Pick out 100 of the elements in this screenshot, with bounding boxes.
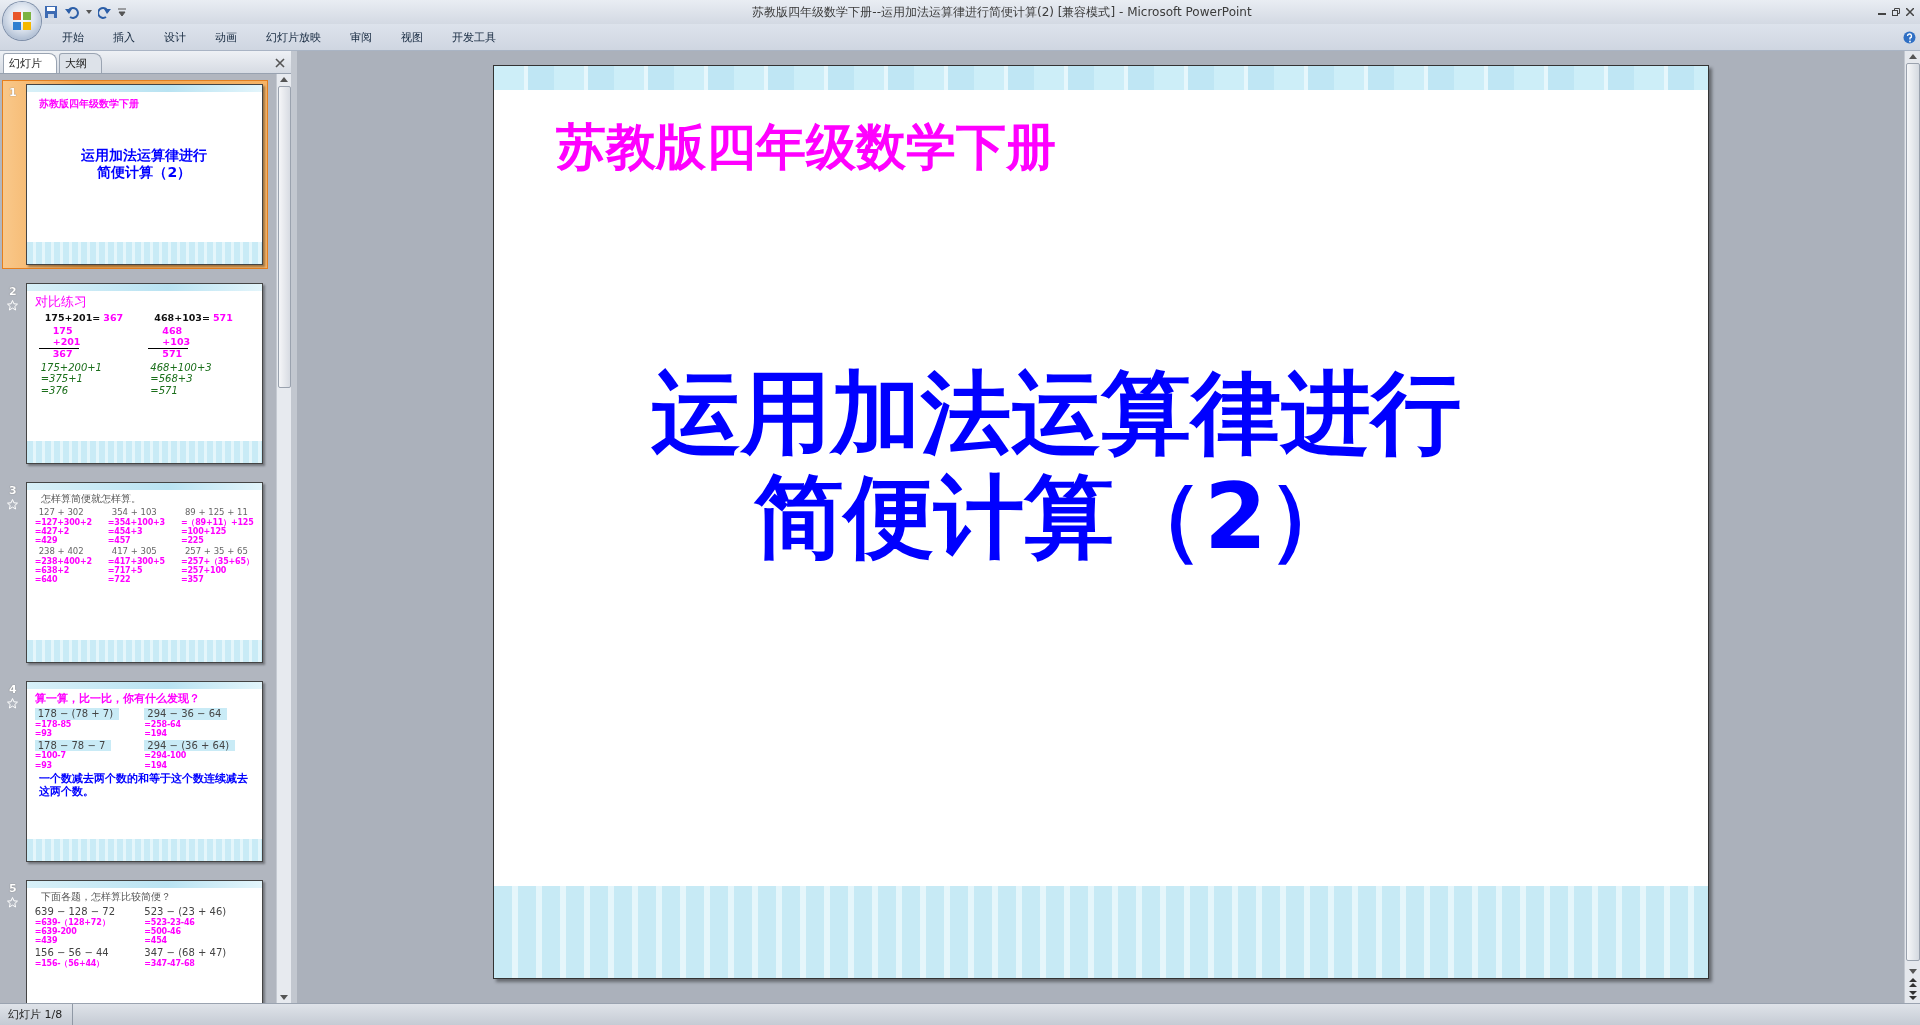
pane-tab[interactable]: 幻灯片 — [3, 53, 57, 73]
window-title: 苏教版四年级数学下册--运用加法运算律进行简便计算(2) [兼容模式] - Microsoft PowerPoint — [751, 3, 1253, 21]
calculation-step: =156-（56+44） — [34, 958, 145, 968]
calculation-step: =638+2 — [34, 566, 108, 576]
answer: 367 — [103, 313, 124, 324]
redo-icon[interactable] — [98, 5, 112, 19]
close-icon[interactable] — [275, 58, 285, 68]
ribbon-tab[interactable]: 动画 — [203, 25, 248, 49]
slide-subtitle: 苏教版四年级数学下册 — [555, 117, 1057, 178]
undo-icon[interactable] — [64, 5, 80, 19]
ribbon-tab[interactable]: 幻灯片放映 — [254, 25, 332, 49]
slide-subtitle: 苏教版四年级数学下册 — [37, 97, 140, 111]
calculation-step: =294-100 — [144, 751, 254, 761]
calculation-step: =347-47-68 — [144, 958, 254, 968]
expression: 523 − (23 + 46) — [144, 906, 228, 918]
slide-thumbnail[interactable]: 1 苏教版四年级数学下册 运用加法运算律进行 简便计算（2） — [2, 80, 268, 269]
slide-number: 1 — [9, 86, 17, 99]
calculation-step: =375+1 — [34, 373, 145, 385]
calculation-step: 175+200+1 — [34, 361, 145, 374]
calculation-step: =717+5 — [107, 566, 181, 576]
ribbon-tab[interactable]: 插入 — [101, 25, 146, 49]
vertical-sum-line: +103 — [161, 336, 192, 348]
close-icon[interactable] — [1906, 8, 1914, 16]
slide-title: 运用加法运算律进行 — [80, 147, 209, 164]
customize-toolbar-icon[interactable] — [118, 8, 126, 16]
scrollbar-thumb[interactable] — [277, 86, 291, 388]
expression: 127 + 302 — [37, 508, 85, 518]
vertical-sum-line: 367 — [51, 348, 74, 360]
calculation-step: =257+（35+65） — [180, 557, 254, 567]
scroll-down-arrow-icon[interactable] — [1908, 969, 1917, 974]
calculation-step: =640 — [34, 575, 108, 585]
next-slide-icon[interactable] — [1908, 991, 1917, 1000]
calculation-step: =93 — [34, 728, 145, 738]
calculation-step: =100-7 — [34, 751, 145, 761]
calculation-step: =523-23-46 — [144, 917, 254, 927]
expression: 354 + 103 — [110, 508, 158, 518]
expression: 294 − (36 + 64) — [144, 739, 236, 752]
calculation-step: =639-（128+72） — [34, 917, 145, 927]
expression: 417 + 305 — [110, 547, 158, 557]
previous-slide-icon[interactable] — [1908, 978, 1917, 987]
calculation-step: =439 — [34, 935, 145, 946]
help-icon[interactable] — [1903, 30, 1916, 44]
scrollbar[interactable] — [276, 74, 291, 1003]
save-icon[interactable] — [44, 5, 58, 19]
expression: 238 + 402 — [37, 547, 85, 557]
scroll-up-arrow-icon[interactable] — [1908, 54, 1917, 59]
scroll-up-arrow-icon[interactable] — [280, 77, 288, 82]
vertical-sum-line: 571 — [161, 348, 184, 360]
slide-number: 3 — [9, 484, 17, 497]
calculation-step: =194 — [144, 760, 254, 770]
calculation-step: =100+125 — [180, 526, 254, 537]
calculation-step: =454+3 — [107, 526, 181, 537]
scrollbar-thumb[interactable] — [1905, 63, 1920, 961]
calculation-step: =417+300+5 — [107, 557, 181, 567]
slide-heading: 对比练习 — [34, 293, 88, 311]
vertical-sum-line: +201 — [51, 336, 82, 348]
slide-position-status: 幻灯片 1/8 — [0, 1004, 74, 1025]
pane-tab[interactable]: 大纲 — [59, 53, 102, 73]
calculation-step: =639-200 — [34, 926, 145, 936]
calculation-step: =429 — [34, 536, 108, 546]
calculation-step: =257+100 — [180, 566, 254, 576]
expression: 294 − 36 − 64 — [144, 708, 228, 720]
office-button[interactable] — [3, 2, 41, 40]
calculation-step: =（89+11）+125 — [180, 517, 254, 527]
equation: 175+201= — [43, 313, 101, 324]
expression: 257 + 35 + 65 — [183, 547, 249, 557]
conclusion-text: 一个数减去两个数的和等于这个数连续减去这两个数。 — [37, 771, 249, 799]
ribbon-tab[interactable]: 开发工具 — [440, 25, 507, 49]
scroll-down-arrow-icon[interactable] — [280, 995, 288, 1000]
calculation-step: 468+100+3 — [144, 361, 254, 374]
slide-title: 简便计算（2） — [96, 163, 193, 181]
calculation-step: =568+3 — [144, 373, 254, 385]
restore-icon[interactable] — [1892, 8, 1900, 16]
slide-title: 简便计算（2） — [754, 464, 1357, 568]
ribbon-tab[interactable]: 视图 — [389, 25, 434, 49]
dropdown-arrow-icon[interactable] — [86, 10, 92, 14]
calculation-step: =722 — [107, 575, 181, 585]
calculation-step: =357 — [180, 575, 254, 585]
slide-title: 运用加法运算律进行 — [650, 361, 1461, 465]
ribbon-tab[interactable]: 审阅 — [338, 25, 383, 49]
vertical-sum-line: 468 — [161, 325, 184, 337]
expression: 156 − 56 − 44 — [34, 947, 110, 959]
ribbon-tab[interactable]: 设计 — [152, 25, 197, 49]
calculation-step: =454 — [144, 935, 254, 946]
calculation-step: =571 — [144, 384, 254, 397]
vertical-sum-line: 175 — [51, 325, 74, 337]
calculation-step: =427+2 — [34, 526, 108, 537]
calculation-step: =238+400+2 — [34, 557, 108, 567]
calculation-step: =457 — [107, 536, 181, 546]
answer: 571 — [212, 313, 233, 324]
slide-number: 5 — [9, 882, 17, 895]
slide-number: 4 — [9, 683, 17, 696]
expression: 639 − 128 − 72 — [34, 906, 117, 918]
equation: 468+103= — [153, 313, 210, 324]
expression: 89 + 125 + 11 — [183, 508, 249, 518]
calculation-step: =93 — [34, 760, 145, 770]
calculation-step: =500-46 — [144, 926, 254, 936]
calculation-step: =258-64 — [144, 719, 254, 729]
ribbon-tab[interactable]: 开始 — [50, 25, 95, 49]
calculation-step: =127+300+2 — [34, 517, 108, 527]
